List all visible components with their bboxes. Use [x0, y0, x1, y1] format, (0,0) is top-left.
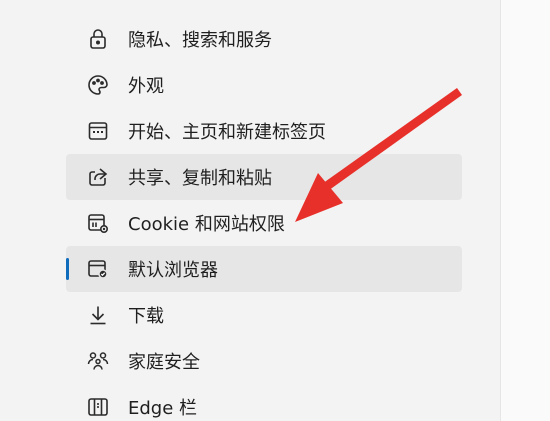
sidebar-item-label: 隐私、搜索和服务	[128, 30, 272, 51]
download-icon	[86, 303, 110, 327]
sidebar-item-label: Edge 栏	[128, 398, 198, 419]
sidebar-item-label: 开始、主页和新建标签页	[128, 122, 326, 143]
site-permissions-icon	[86, 211, 110, 235]
sidebar-item-label: 下载	[128, 306, 164, 327]
share-icon	[86, 165, 110, 189]
sidebar-item-default-browser[interactable]: 默认浏览器	[66, 246, 462, 292]
settings-sidebar: 隐私、搜索和服务 外观 开始、主页和新建标签页 共享、复制和粘贴 Cookie …	[0, 0, 500, 421]
sidebar-item-privacy[interactable]: 隐私、搜索和服务	[66, 16, 462, 62]
family-icon	[86, 349, 110, 373]
sidebar-item-label: 外观	[128, 76, 164, 97]
sidebar-item-cookies-site-permissions[interactable]: Cookie 和网站权限	[66, 200, 462, 246]
sidebar-item-share-copy-paste[interactable]: 共享、复制和粘贴	[66, 154, 462, 200]
sidebar-item-label: 共享、复制和粘贴	[128, 168, 272, 189]
sidebar-item-appearance[interactable]: 外观	[66, 62, 462, 108]
sidebar-item-downloads[interactable]: 下载	[66, 292, 462, 338]
sidebar-item-label: Cookie 和网站权限	[128, 214, 285, 235]
sidebar-item-edge-bar[interactable]: Edge 栏	[66, 384, 462, 421]
sidebar-nav: 隐私、搜索和服务 外观 开始、主页和新建标签页 共享、复制和粘贴 Cookie …	[66, 16, 462, 421]
sidebar-item-label: 默认浏览器	[128, 260, 218, 281]
palette-icon	[86, 73, 110, 97]
settings-window: 隐私、搜索和服务 外观 开始、主页和新建标签页 共享、复制和粘贴 Cookie …	[0, 0, 550, 421]
sidebar-item-label: 家庭安全	[128, 352, 200, 373]
sidebar-item-start-home-newtab[interactable]: 开始、主页和新建标签页	[66, 108, 462, 154]
home-page-icon	[86, 119, 110, 143]
lock-icon	[86, 27, 110, 51]
content-area	[501, 0, 550, 421]
sidebar-item-family-safety[interactable]: 家庭安全	[66, 338, 462, 384]
selected-indicator	[66, 258, 69, 280]
default-browser-icon	[86, 257, 110, 281]
edge-bar-icon	[86, 395, 110, 419]
